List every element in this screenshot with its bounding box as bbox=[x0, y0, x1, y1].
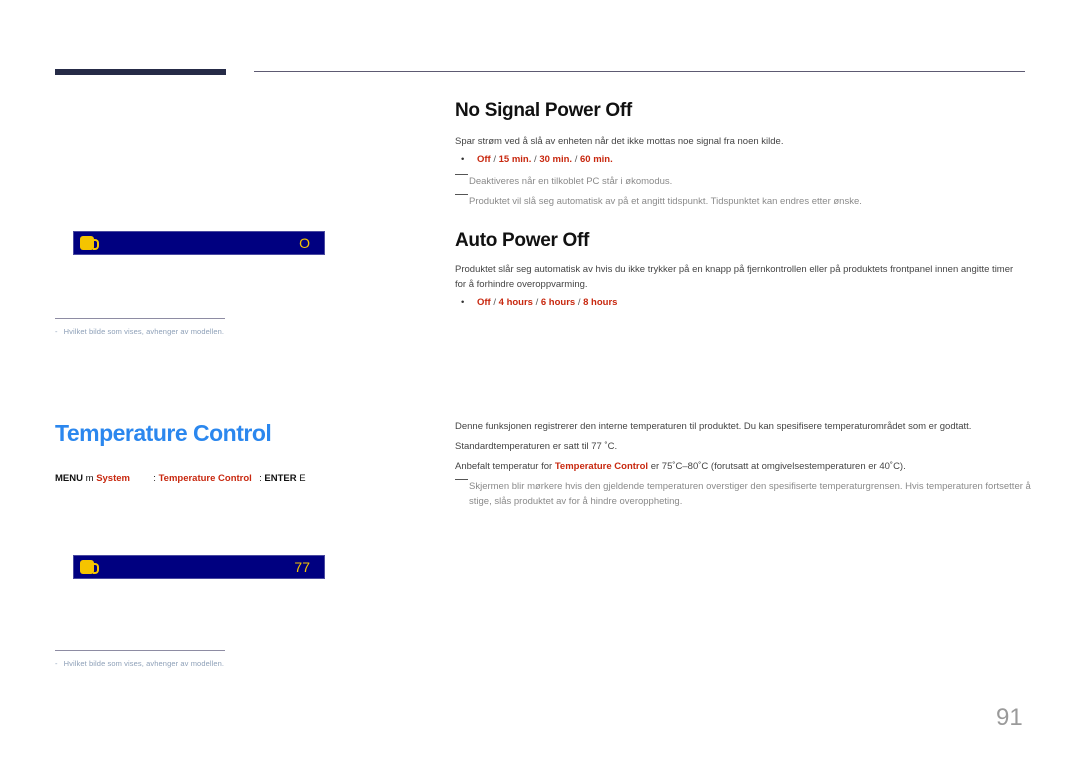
paragraph-text: Anbefalt temperatur for bbox=[455, 461, 555, 472]
menu-key: MENU bbox=[55, 473, 83, 484]
enter-symbol: E bbox=[299, 473, 306, 484]
note: Deaktiveres når en tilkoblet PC står i ø… bbox=[455, 174, 672, 189]
paragraph: Standardtemperaturen er satt til 77 ˚C. bbox=[455, 441, 618, 452]
note-dash-icon bbox=[455, 194, 468, 195]
option: 15 min. bbox=[498, 154, 532, 165]
note-dash-icon bbox=[455, 479, 468, 480]
section-title-temperature-control: Temperature Control bbox=[55, 420, 272, 446]
footnote-text: Hvilket bilde som vises, avhenger av mod… bbox=[63, 327, 225, 336]
options-list: • Off / 15 min. / 30 min. / 60 min. bbox=[455, 154, 613, 165]
menu-path: MENU m System : Temperature Control : EN… bbox=[55, 473, 306, 484]
footnote: - Hvilket bilde som vises, avhenger av mo… bbox=[55, 327, 224, 336]
note-dash-icon bbox=[455, 174, 468, 175]
highlight-temperature-control: Temperature Control bbox=[554, 461, 649, 472]
menu-item-temperature-control: Temperature Control bbox=[158, 473, 252, 484]
footnote-text: Hvilket bilde som vises, avhenger av mod… bbox=[63, 659, 225, 668]
section-title-auto-power-off: Auto Power Off bbox=[455, 230, 590, 251]
description: Spar strøm ved å slå av enheten når det … bbox=[455, 136, 784, 147]
menu-symbol: m bbox=[85, 473, 94, 484]
bullet-icon: • bbox=[461, 297, 465, 308]
paragraph: Denne funksjonen registrerer den interne… bbox=[455, 421, 972, 432]
footnote-dash: - bbox=[55, 659, 58, 668]
osd-no-signal-power-off: O bbox=[73, 231, 325, 255]
description: Produktet slår seg automatisk av hvis du… bbox=[455, 264, 1014, 290]
osd-value: 77 bbox=[294, 559, 310, 575]
power-plug-icon bbox=[80, 236, 99, 250]
thermometer-icon bbox=[80, 560, 99, 574]
header-accent-bar bbox=[55, 69, 226, 75]
option: 30 min. bbox=[539, 154, 573, 165]
menu-sep: : bbox=[259, 473, 262, 484]
note-text: Skjermen blir mørkere hvis den gjeldende… bbox=[469, 481, 1031, 507]
osd-value: O bbox=[299, 235, 310, 251]
option: 60 min. bbox=[579, 154, 613, 165]
menu-system: System bbox=[96, 473, 130, 484]
note-text: Deaktiveres når en tilkoblet PC står i ø… bbox=[469, 176, 673, 187]
footnote-divider bbox=[55, 318, 225, 319]
options-list: • Off / 4 hours / 6 hours / 8 hours bbox=[455, 297, 617, 308]
page-number: 91 bbox=[996, 704, 1023, 731]
option: Off bbox=[477, 154, 491, 165]
header-rule bbox=[254, 71, 1025, 72]
option: 6 hours bbox=[540, 297, 576, 308]
option: 8 hours bbox=[583, 297, 618, 308]
option: 4 hours bbox=[498, 297, 533, 308]
footnote: - Hvilket bilde som vises, avhenger av mo… bbox=[55, 659, 224, 668]
menu-sep: : bbox=[153, 473, 156, 484]
note: Skjermen blir mørkere hvis den gjeldende… bbox=[455, 479, 1039, 509]
option: Off bbox=[477, 297, 491, 308]
paragraph: Anbefalt temperatur for Temperature Cont… bbox=[455, 459, 906, 474]
bullet-icon: • bbox=[461, 154, 465, 165]
osd-temperature-control: 77 bbox=[73, 555, 325, 579]
footnote-dash: - bbox=[55, 327, 58, 336]
note: Produktet vil slå seg automatisk av på e… bbox=[455, 194, 862, 209]
section-title-no-signal-power-off: No Signal Power Off bbox=[455, 100, 632, 121]
paragraph-text: er 75˚C–80˚C (forutsatt at omgivelsestem… bbox=[648, 461, 906, 472]
enter-key: ENTER bbox=[264, 473, 297, 484]
note-text: Produktet vil slå seg automatisk av på e… bbox=[469, 196, 862, 207]
footnote-divider bbox=[55, 650, 225, 651]
